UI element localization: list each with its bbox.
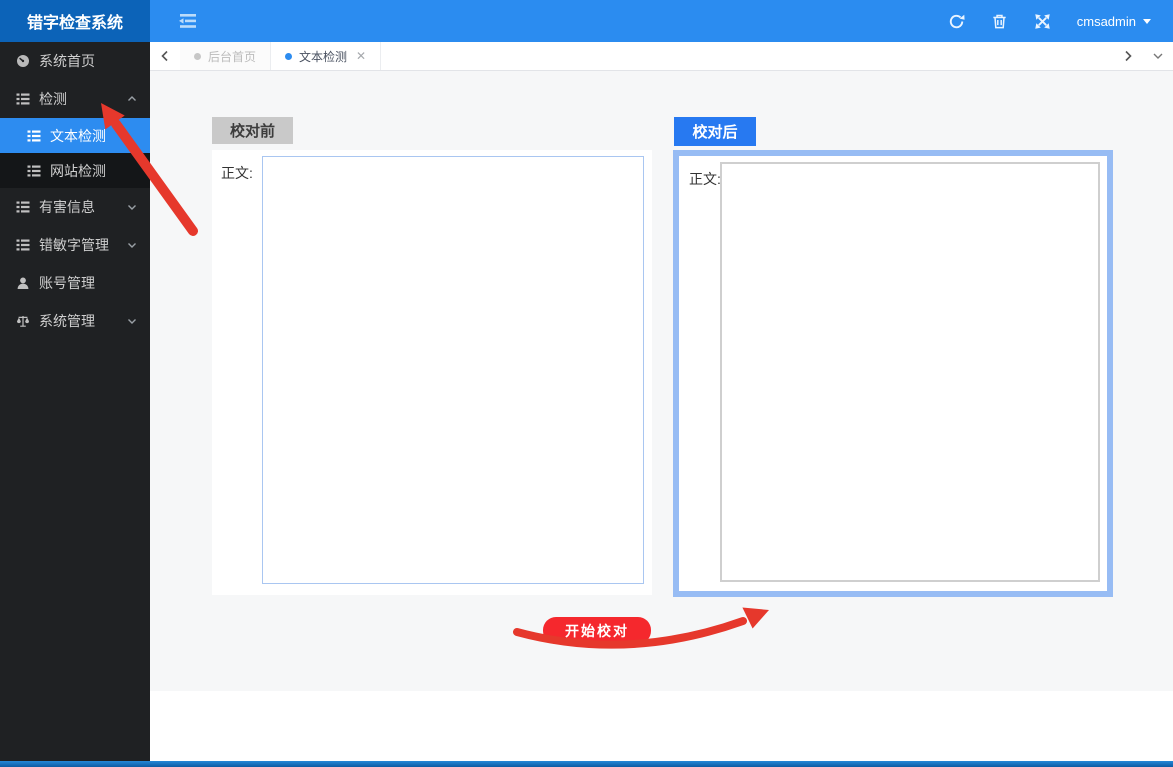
username: cmsadmin xyxy=(1077,14,1136,29)
app-window: 错字检查系统 xyxy=(0,0,1173,767)
tab-backend-home[interactable]: 后台首页 xyxy=(180,42,271,70)
fullscreen-icon[interactable] xyxy=(1034,13,1051,30)
sidebar-item-detection[interactable]: 检测 xyxy=(0,80,150,118)
sidebar-item-label: 检测 xyxy=(39,89,67,109)
chevron-left-icon xyxy=(160,50,170,62)
sidebar-item-text-detection[interactable]: 文本检测 xyxy=(0,118,150,153)
tab-text-detection[interactable]: 文本检测 ✕ xyxy=(271,42,381,70)
sidebar-item-account-management[interactable]: 账号管理 xyxy=(0,264,150,302)
start-proofread-button[interactable]: 开始校对 xyxy=(543,617,651,644)
sidebar-item-label: 错敏字管理 xyxy=(39,235,109,255)
tab-scroll-left[interactable] xyxy=(150,42,180,70)
refresh-icon[interactable] xyxy=(948,13,965,30)
chevron-down-icon xyxy=(1152,50,1164,62)
bottom-whitespace xyxy=(150,691,1173,761)
after-text-output[interactable] xyxy=(720,162,1100,582)
sidebar-item-harmful-info[interactable]: 有害信息 xyxy=(0,188,150,226)
after-proofread-header[interactable]: 校对后 xyxy=(674,117,756,146)
body-text-label: 正文: xyxy=(221,163,253,183)
list-icon xyxy=(16,238,30,252)
list-icon xyxy=(27,164,41,178)
list-icon xyxy=(16,200,30,214)
panel-after: 正文: xyxy=(673,150,1113,597)
app-logo: 错字检查系统 xyxy=(0,0,150,42)
bottom-blue-strip xyxy=(0,761,1173,767)
list-icon xyxy=(16,92,30,106)
body-text-label: 正文: xyxy=(689,169,721,189)
topbar-actions: cmsadmin xyxy=(948,13,1173,30)
sidebar-item-label: 有害信息 xyxy=(39,197,95,217)
sidebar-item-label: 账号管理 xyxy=(39,273,95,293)
topbar: cmsadmin xyxy=(150,0,1173,42)
sidebar: 系统首页 检测 文本检测 xyxy=(0,42,150,761)
panel-before: 正文: xyxy=(212,150,652,595)
sidebar-item-system-management[interactable]: 系统管理 xyxy=(0,302,150,340)
sidebar-item-label: 网站检测 xyxy=(50,161,106,181)
sidebar-item-system-home[interactable]: 系统首页 xyxy=(0,42,150,80)
tab-dot xyxy=(194,53,201,60)
tab-label: 后台首页 xyxy=(208,48,256,65)
trash-icon[interactable] xyxy=(991,13,1008,30)
sidebar-item-website-detection[interactable]: 网站检测 xyxy=(0,153,150,188)
user-menu[interactable]: cmsadmin xyxy=(1077,14,1151,29)
tab-close-icon[interactable]: ✕ xyxy=(356,49,366,63)
chevron-down-icon xyxy=(126,201,138,213)
chevron-down-icon xyxy=(126,315,138,327)
chevron-down-icon xyxy=(126,239,138,251)
app-title: 错字检查系统 xyxy=(27,9,123,33)
tab-bar-controls xyxy=(1113,42,1173,70)
tab-label: 文本检测 xyxy=(299,48,347,65)
balance-scale-icon xyxy=(16,314,30,328)
dashboard-icon xyxy=(16,54,30,68)
tab-bar: 后台首页 文本检测 ✕ xyxy=(150,42,1173,71)
sidebar-item-typo-management[interactable]: 错敏字管理 xyxy=(0,226,150,264)
chevron-right-icon xyxy=(1123,50,1133,62)
tab-list-dropdown[interactable] xyxy=(1143,42,1173,70)
chevron-up-icon xyxy=(126,93,138,105)
tab-dot xyxy=(285,53,292,60)
sidebar-submenu-detection: 文本检测 网站检测 xyxy=(0,118,150,188)
user-icon xyxy=(16,276,30,290)
menu-collapse-icon[interactable] xyxy=(178,13,198,29)
caret-down-icon xyxy=(1143,19,1151,24)
before-proofread-header[interactable]: 校对前 xyxy=(212,117,293,144)
sidebar-item-label: 文本检测 xyxy=(50,126,106,146)
sidebar-item-label: 系统首页 xyxy=(39,51,95,71)
tab-scroll-right[interactable] xyxy=(1113,42,1143,70)
before-text-input[interactable] xyxy=(262,156,644,584)
sidebar-item-label: 系统管理 xyxy=(39,311,95,331)
list-icon xyxy=(27,129,41,143)
content-area: 校对前 正文: 校对后 正文: 开始校对 xyxy=(150,71,1173,691)
